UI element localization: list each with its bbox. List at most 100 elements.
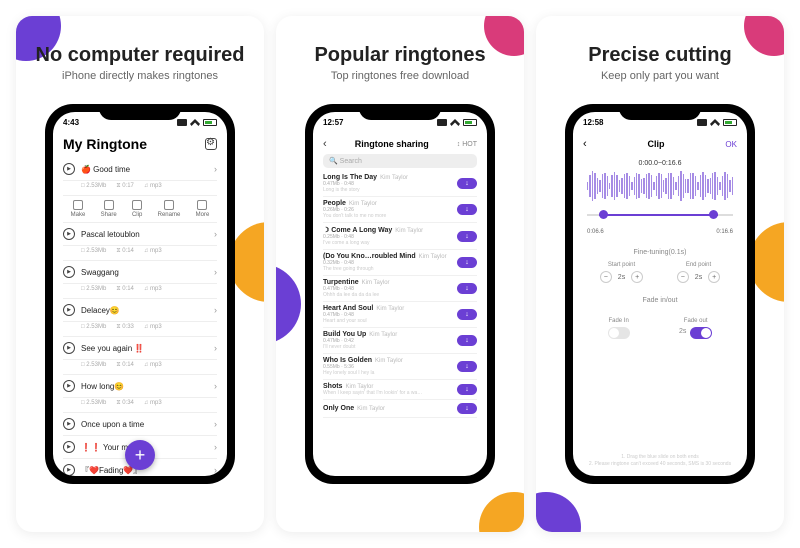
shared-ringtone-row[interactable]: Build You UpKim Taylor0.47Mb · 0:42I'll … (323, 328, 477, 354)
shared-ringtone-row[interactable]: PeopleKim Taylor0.26Mb · 0:26You don't t… (323, 197, 477, 223)
more-button[interactable]: More (196, 200, 210, 218)
ringtone-lyric: When I keep sayin' that I'm lookin' for … (323, 390, 457, 396)
shared-ringtone-row[interactable]: Only OneKim Taylor↓ (323, 400, 477, 418)
minus-button[interactable]: − (600, 271, 612, 283)
ringtone-meta: □ 2.53Mb⧖ 0:33♫ mp3 (63, 322, 217, 337)
download-button[interactable]: ↓ (457, 257, 477, 268)
screen-title: My Ringtone (63, 136, 147, 152)
shared-ringtone-row[interactable]: Heart And SoulKim Taylor0.47Mb · 0:48Hea… (323, 302, 477, 328)
notch (359, 104, 441, 120)
decor-blob (536, 492, 581, 532)
download-button[interactable]: ↓ (457, 178, 477, 189)
play-icon[interactable]: ▶ (63, 266, 75, 278)
headline: Popular ringtones Top ringtones free dow… (300, 44, 499, 82)
download-button[interactable]: ↓ (457, 309, 477, 320)
plus-button[interactable]: + (708, 271, 720, 283)
ringtone-label: Pascal letoublon (81, 230, 214, 239)
signal-icon (437, 119, 447, 126)
clock: 4:43 (63, 118, 79, 127)
shared-ringtone-row[interactable]: (Do You Kno…roubled MindKim Taylor0.32Mb… (323, 250, 477, 276)
download-button[interactable]: ↓ (457, 335, 477, 346)
artist-label: Kim Taylor (369, 332, 397, 338)
ringtone-title: TurpentineKim Taylor (323, 279, 457, 286)
battery-icon (463, 119, 477, 126)
fade-in-toggle[interactable] (608, 327, 630, 339)
ringtone-row[interactable]: ▶Once upon a time› (63, 413, 217, 436)
rename-icon (164, 200, 174, 210)
ringtone-row[interactable]: ▶See you again ‼️› (63, 337, 217, 360)
ringtone-row[interactable]: ▶Delacey😊› (63, 299, 217, 322)
download-button[interactable]: ↓ (457, 384, 477, 395)
notch (99, 104, 181, 120)
plus-button[interactable]: + (631, 271, 643, 283)
artist-label: Kim Taylor (375, 358, 403, 364)
download-button[interactable]: ↓ (457, 283, 477, 294)
play-icon[interactable]: ▶ (63, 441, 75, 453)
play-icon[interactable]: ▶ (63, 418, 75, 430)
footer-hint: 1. Drag the blue slide on both ends 2. P… (573, 454, 747, 468)
share-button[interactable]: Share (101, 200, 117, 218)
fade-out-toggle[interactable] (690, 327, 712, 339)
chevron-icon: › (214, 465, 217, 475)
add-fab[interactable]: + (125, 440, 155, 470)
artist-label: Kim Taylor (376, 306, 404, 312)
play-icon[interactable]: ▶ (63, 464, 75, 476)
sort-hot[interactable]: ↕ HOT (457, 141, 477, 148)
clip-icon (132, 200, 142, 210)
make-button[interactable]: Make (71, 200, 86, 218)
ringtone-meta: □ 2.53Mb⧖ 0:14♫ mp3 (63, 360, 217, 375)
ok-button[interactable]: OK (725, 140, 737, 149)
screen: 4:43 My Ringtone ▶ 🍎 Good time › □ 2.53M… (53, 112, 227, 476)
range-label: 0:00.0~0:16.6 (583, 160, 737, 167)
ringtone-lyric: Long is the story (323, 187, 457, 193)
screen: 12:58 ‹ Clip OK 0:00.0~0:16.6 (573, 112, 747, 476)
search-input[interactable]: 🔍 Search (323, 154, 477, 168)
start-handle[interactable] (599, 210, 608, 219)
range-slider[interactable] (587, 207, 733, 223)
ringtone-lyric: I've come a long way (323, 240, 457, 246)
shared-ringtone-row[interactable]: TurpentineKim Taylor0.47Mb · 0:48Ohhh da… (323, 276, 477, 302)
panel-title: No computer required (36, 44, 245, 67)
download-button[interactable]: ↓ (457, 231, 477, 242)
shared-ringtone-row[interactable]: ☽ Come A Long WayKim Taylor0.25Mb · 0:48… (323, 223, 477, 250)
shared-ringtone-row[interactable]: Long Is The DayKim Taylor0.47Mb · 0:48Lo… (323, 171, 477, 197)
clip-button[interactable]: Clip (132, 200, 142, 218)
shared-ringtone-row[interactable]: ShotsKim TaylorWhen I keep sayin' that I… (323, 380, 477, 400)
end-point: End point −2s+ (677, 262, 720, 283)
fade-out: Fade out 2s (679, 318, 712, 339)
ringtone-label: See you again ‼️ (81, 344, 214, 353)
play-icon[interactable]: ▶ (63, 304, 75, 316)
chevron-icon: › (214, 229, 217, 239)
ringtone-row[interactable]: ▶How long😊› (63, 375, 217, 398)
download-button[interactable]: ↓ (457, 403, 477, 414)
back-button[interactable]: ‹ (323, 138, 327, 150)
waveform[interactable] (587, 171, 733, 201)
fade-in: Fade In (608, 318, 630, 339)
ringtone-label: How long😊 (81, 382, 214, 391)
play-icon[interactable]: ▶ (63, 342, 75, 354)
ringtone-row[interactable]: ▶Swaggang› (63, 261, 217, 284)
play-icon[interactable]: ▶ (63, 228, 75, 240)
play-icon[interactable]: ▶ (63, 163, 75, 175)
gear-icon[interactable] (205, 138, 217, 150)
ringtone-row[interactable]: ▶ 🍎 Good time › (63, 158, 217, 181)
panel-clip: Precise cutting Keep only part you want … (536, 16, 784, 532)
ringtone-title: ShotsKim Taylor (323, 383, 457, 390)
ringtone-row[interactable]: ▶ Pascal letoublon› (63, 223, 217, 246)
back-button[interactable]: ‹ (583, 138, 587, 150)
ringtone-lyric: I'll never doubt (323, 344, 457, 350)
shared-ringtone-row[interactable]: Who Is GoldenKim Taylor0.55Mb · 5:36Hey … (323, 354, 477, 380)
minus-button[interactable]: − (677, 271, 689, 283)
more-icon (197, 200, 207, 210)
toolbar: Make Share Clip Rename More (63, 196, 217, 223)
download-button[interactable]: ↓ (457, 204, 477, 215)
rename-button[interactable]: Rename (158, 200, 181, 218)
ringtone-title: Long Is The DayKim Taylor (323, 174, 457, 181)
screen: 12:57 ‹ Ringtone sharing ↕ HOT 🔍 Search … (313, 112, 487, 476)
artist-label: Kim Taylor (380, 175, 408, 181)
ringtone-lyric: You don't talk to me no more (323, 213, 457, 219)
download-button[interactable]: ↓ (457, 361, 477, 372)
play-icon[interactable]: ▶ (63, 380, 75, 392)
headline: Precise cutting Keep only part you want (574, 44, 745, 82)
end-handle[interactable] (709, 210, 718, 219)
